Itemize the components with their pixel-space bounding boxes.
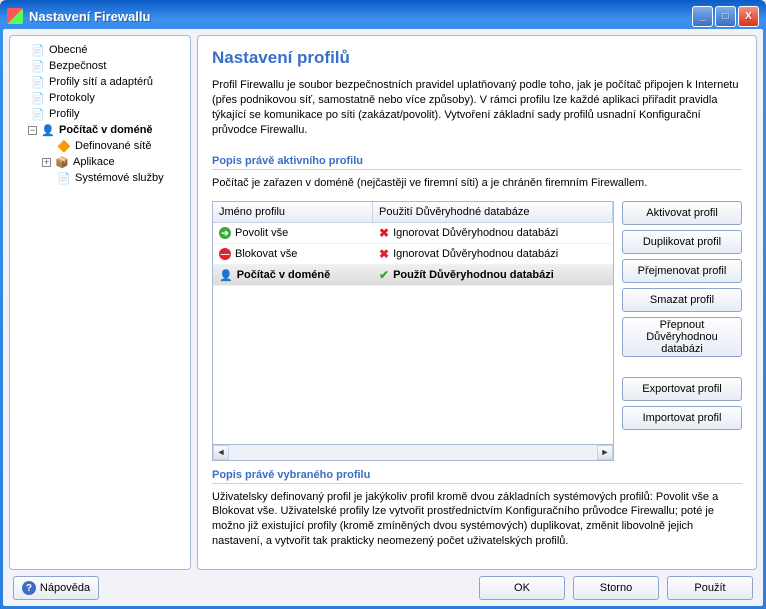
page-icon: 📄 — [31, 43, 45, 57]
table-row[interactable]: — Blokovat vše ✖ Ignorovat Důvěryhodnou … — [213, 244, 613, 265]
profiles-table[interactable]: Jméno profilu Použití Důvěryhodné databá… — [212, 201, 614, 444]
tree-label: Počítač v doméně — [59, 124, 153, 136]
rename-button[interactable]: Přejmenovat profil — [622, 259, 742, 283]
tree-item-general[interactable]: 📄 Obecné — [14, 42, 186, 58]
maximize-button[interactable]: □ — [715, 6, 736, 27]
row-db: Ignorovat Důvěryhodnou databázi — [393, 227, 558, 239]
tree-label: Obecné — [49, 44, 88, 56]
person-icon: 👤 — [41, 123, 55, 137]
activate-button[interactable]: Aktivovat profil — [622, 201, 742, 225]
collapse-icon[interactable]: − — [28, 126, 37, 135]
tree-item-protocols[interactable]: 📄 Protokoly — [14, 90, 186, 106]
help-label: Nápověda — [40, 582, 90, 594]
tree-item-security[interactable]: 📄 Bezpečnost — [14, 58, 186, 74]
client-area: 📄 Obecné 📄 Bezpečnost 📄 Profily sítí a a… — [3, 29, 763, 606]
person-icon: 👤 — [219, 269, 233, 282]
horizontal-scrollbar[interactable]: ◄ ► — [212, 445, 614, 461]
apply-button[interactable]: Použít — [667, 576, 753, 600]
page-icon: 📄 — [57, 171, 71, 185]
page-title: Nastavení profilů — [212, 48, 742, 68]
minimize-button[interactable]: _ — [692, 6, 713, 27]
active-profile-heading: Popis právě aktivního profilu — [212, 155, 742, 170]
selected-profile-heading: Popis právě vybraného profilu — [212, 469, 742, 484]
tree-label: Profily sítí a adaptérů — [49, 76, 153, 88]
page-icon: 📄 — [31, 107, 45, 121]
tree-label: Aplikace — [73, 156, 115, 168]
row-name: Blokovat vše — [235, 248, 297, 260]
content-panel: Nastavení profilů Profil Firewallu je so… — [197, 35, 757, 570]
tree-item-network-profiles[interactable]: 📄 Profily sítí a adaptérů — [14, 74, 186, 90]
scroll-right-icon[interactable]: ► — [597, 445, 613, 460]
page-icon: 📄 — [31, 75, 45, 89]
window-frame: Nastavení Firewallu _ □ X 📄 Obecné 📄 Bez… — [0, 0, 766, 609]
active-profile-text: Počítač je zařazen v doméně (nejčastěji … — [212, 176, 742, 191]
check-icon: ✔ — [379, 268, 389, 282]
app-icon — [7, 8, 23, 24]
row-name: Povolit vše — [235, 227, 288, 239]
table-row[interactable]: 👤 Počítač v doméně ✔ Použít Důvěryhodnou… — [213, 265, 613, 286]
table-row[interactable]: ➔ Povolit vše ✖ Ignorovat Důvěryhodnou d… — [213, 223, 613, 244]
page-icon: 📄 — [31, 59, 45, 73]
tree-item-defined-networks[interactable]: 🔶 Definované sítě — [14, 138, 186, 154]
x-icon: ✖ — [379, 247, 389, 261]
export-button[interactable]: Exportovat profil — [622, 377, 742, 401]
dialog-button-bar: ? Nápověda OK Storno Použít — [9, 576, 757, 600]
page-icon: 📄 — [31, 91, 45, 105]
app-icon: 📦 — [55, 155, 69, 169]
allow-icon: ➔ — [219, 227, 231, 239]
tree-label: Profily — [49, 108, 80, 120]
window-title: Nastavení Firewallu — [29, 9, 692, 24]
tree-label: Definované sítě — [75, 140, 151, 152]
profile-buttons: Aktivovat profil Duplikovat profil Přejm… — [622, 201, 742, 460]
help-button[interactable]: ? Nápověda — [13, 576, 99, 600]
intro-text: Profil Firewallu je soubor bezpečnostníc… — [212, 78, 742, 137]
titlebar[interactable]: Nastavení Firewallu _ □ X — [3, 3, 763, 29]
tree-label: Bezpečnost — [49, 60, 106, 72]
col-name[interactable]: Jméno profilu — [213, 202, 373, 222]
nav-tree[interactable]: 📄 Obecné 📄 Bezpečnost 📄 Profily sítí a a… — [9, 35, 191, 570]
row-db: Použít Důvěryhodnou databázi — [393, 269, 554, 281]
selected-profile-text: Uživatelsky definovaný profil je jakýkol… — [212, 490, 742, 549]
scroll-track[interactable] — [229, 445, 597, 460]
row-name: Počítač v doméně — [237, 269, 331, 281]
delete-button[interactable]: Smazat profil — [622, 288, 742, 312]
toggle-db-button[interactable]: Přepnout Důvěryhodnou databázi — [622, 317, 742, 357]
import-button[interactable]: Importovat profil — [622, 406, 742, 430]
close-button[interactable]: X — [738, 6, 759, 27]
table-header: Jméno profilu Použití Důvěryhodné databá… — [213, 202, 613, 223]
duplicate-button[interactable]: Duplikovat profil — [622, 230, 742, 254]
expand-icon[interactable]: + — [42, 158, 51, 167]
block-icon: — — [219, 248, 231, 260]
col-db[interactable]: Použití Důvěryhodné databáze — [373, 202, 613, 222]
x-icon: ✖ — [379, 226, 389, 240]
tree-item-system-services[interactable]: 📄 Systémové služby — [14, 170, 186, 186]
help-icon: ? — [22, 581, 36, 595]
tree-item-applications[interactable]: + 📦 Aplikace — [14, 154, 186, 170]
tree-label: Protokoly — [49, 92, 95, 104]
ok-button[interactable]: OK — [479, 576, 565, 600]
scroll-left-icon[interactable]: ◄ — [213, 445, 229, 460]
tree-label: Systémové služby — [75, 172, 164, 184]
row-db: Ignorovat Důvěryhodnou databázi — [393, 248, 558, 260]
tree-item-domain-computer[interactable]: − 👤 Počítač v doméně — [14, 122, 186, 138]
cancel-button[interactable]: Storno — [573, 576, 659, 600]
tree-item-profiles[interactable]: 📄 Profily — [14, 106, 186, 122]
network-icon: 🔶 — [57, 139, 71, 153]
